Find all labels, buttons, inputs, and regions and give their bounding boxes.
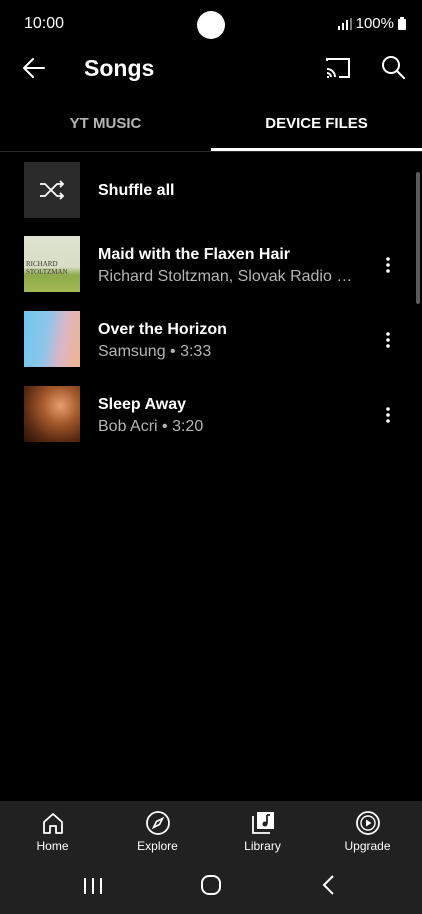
song-row[interactable]: Over the Horizon Samsung • 3:33 [0, 307, 410, 371]
cast-icon [326, 58, 350, 78]
shuffle-icon [40, 180, 65, 200]
back-button[interactable] [18, 54, 50, 82]
tab-device-files[interactable]: DEVICE FILES [211, 106, 422, 152]
search-icon [382, 56, 405, 79]
nav-label: Upgrade [344, 839, 391, 853]
battery-icon [398, 17, 406, 30]
tab-divider [0, 151, 422, 152]
home-system-button[interactable] [198, 872, 224, 898]
more-options-button[interactable] [378, 250, 398, 280]
nav-label: Explore [137, 839, 178, 853]
more-vert-icon [386, 407, 390, 423]
album-art [24, 386, 80, 442]
album-art: RICHARD STOLTZMAN [24, 236, 80, 292]
search-button[interactable] [378, 52, 408, 82]
recents-icon [84, 878, 102, 894]
scrollbar[interactable] [416, 172, 420, 304]
play-circle-icon [356, 811, 380, 835]
nav-library[interactable]: Library [210, 801, 315, 861]
album-art [24, 311, 80, 367]
camera-cutout [197, 11, 225, 39]
signal-icon [337, 17, 352, 30]
page-title: Songs [84, 55, 155, 81]
shuffle-thumb [24, 162, 80, 218]
song-subtitle: Samsung • 3:33 [98, 343, 212, 360]
tab-yt-music[interactable]: YT MUSIC [0, 106, 211, 152]
more-vert-icon [386, 257, 390, 273]
status-time: 10:00 [24, 15, 65, 32]
cast-button[interactable] [322, 54, 354, 82]
song-row[interactable]: RICHARD STOLTZMAN Maid with the Flaxen H… [0, 232, 410, 296]
status-bar: 10:00 100% [0, 0, 422, 48]
nav-explore[interactable]: Explore [105, 801, 210, 861]
song-row[interactable]: Sleep Away Bob Acri • 3:20 [0, 382, 410, 446]
chevron-left-icon [322, 875, 334, 895]
song-subtitle: Richard Stoltzman, Slovak Radio S... [98, 268, 360, 285]
song-subtitle: Bob Acri • 3:20 [98, 418, 204, 435]
system-navigation-bar [0, 861, 422, 914]
song-title: Maid with the Flaxen Hair [98, 246, 291, 263]
nav-label: Home [36, 839, 69, 853]
arrow-back-icon [23, 58, 45, 78]
status-indicators: 100% [337, 15, 406, 32]
compass-icon [146, 811, 170, 835]
nav-upgrade[interactable]: Upgrade [315, 801, 420, 861]
library-icon [252, 812, 274, 834]
album-art-text: RICHARD STOLTZMAN [26, 260, 68, 276]
more-options-button[interactable] [378, 400, 398, 430]
more-vert-icon [386, 332, 390, 348]
song-title: Over the Horizon [98, 321, 227, 338]
nav-home[interactable]: Home [0, 801, 105, 861]
battery-percent: 100% [355, 15, 394, 32]
back-system-button[interactable] [316, 872, 342, 898]
home-icon [43, 813, 63, 834]
nav-label: Library [244, 839, 281, 853]
shuffle-all-label: Shuffle all [98, 182, 175, 199]
shuffle-all-row[interactable]: Shuffle all [0, 158, 410, 222]
more-options-button[interactable] [378, 325, 398, 355]
home-circle-icon [201, 875, 221, 895]
song-title: Sleep Away [98, 396, 187, 413]
bottom-navigation: Home Explore Library Upgrade [0, 801, 422, 861]
recents-button[interactable] [80, 873, 106, 899]
